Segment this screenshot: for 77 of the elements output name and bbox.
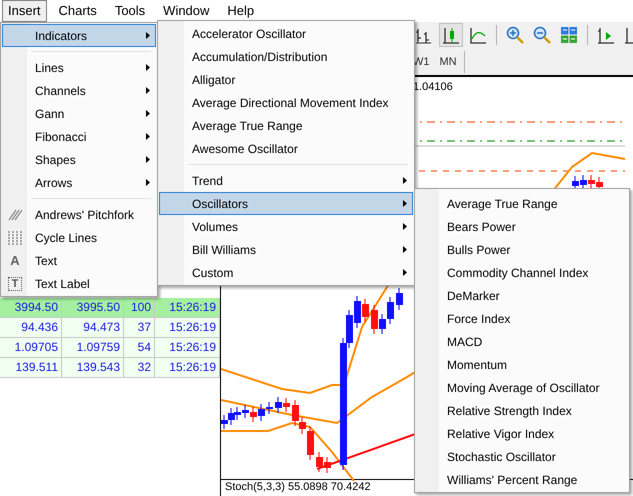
menu-item[interactable]: Accelerator Oscillator [159,22,413,45]
menu-bar-item[interactable]: Insert [2,0,47,22]
submenu-arrow-icon [146,133,150,140]
submenu-arrow-icon [403,200,407,207]
menu-item[interactable]: Average Directional Movement Index [159,91,413,114]
table-cell: 32 [138,360,151,374]
table-cell: 94.436 [21,320,58,334]
menu-item[interactable]: Momentum [416,353,628,376]
menu-item[interactable]: A Text [2,249,156,272]
table-cell: 100 [130,300,151,314]
submenu-arrow-icon [146,156,150,163]
menu-item[interactable]: Force Index [416,307,628,330]
table-cell: 94.473 [83,320,120,334]
menu-item[interactable]: Trend [159,169,413,192]
menu-item[interactable]: Oscillators [159,192,413,215]
submenu-arrow-icon [403,269,407,276]
table-cell: 3994.50 [14,300,58,314]
menu-item[interactable]: Cycle Lines [2,226,156,249]
menu-item[interactable]: Relative Strength Index [416,399,628,422]
menu-item[interactable]: Awesome Oscillator [159,137,413,160]
submenu-arrow-icon [146,64,150,71]
menu-item[interactable]: Commodity Channel Index [416,261,628,284]
menu-item[interactable]: Volumes [159,215,413,238]
menu-item[interactable]: Stochastic Oscillator [416,445,628,468]
table-cell: 54 [138,340,151,354]
submenu-arrow-icon [146,32,150,39]
submenu-arrow-icon [146,110,150,117]
menu-item[interactable]: Bulls Power [416,238,628,261]
table-cell: 3995.50 [76,300,120,314]
menu-bar-item[interactable]: Tools [108,0,152,22]
menu-item[interactable]: Arrows [2,171,156,194]
menu-item[interactable]: Channels [2,79,156,102]
menu-item[interactable]: Alligator [159,68,413,91]
price-label: 1.04106 [413,80,453,95]
menu-item[interactable]: Custom [159,261,413,284]
menu-item[interactable]: MACD [416,330,628,353]
candlestick [396,287,403,310]
table-cell: 37 [138,320,151,334]
menu-item[interactable]: Relative Vigor Index [416,422,628,445]
submenu-arrow-icon [146,179,150,186]
timeframe-button[interactable]: MN [434,50,462,73]
table-cell: 15:26:19 [169,360,216,374]
table-cell: 15:26:19 [169,300,216,314]
text-icon: A [10,254,20,267]
table-cell: 139.543 [76,360,120,374]
menu-item[interactable]: T Text Label [2,272,156,295]
menu-item[interactable]: Bears Power [416,215,628,238]
menu-item[interactable]: Lines [2,56,156,79]
menu-item[interactable]: DeMarker [416,284,628,307]
menu-item[interactable]: Average True Range [159,114,413,137]
menu-item[interactable]: Bill Williams [159,238,413,261]
text-label-icon: T [8,276,22,290]
submenu-arrow-icon [403,177,407,184]
indicator-label: Stoch(5,3,3) 55.0898 70.4242 [225,480,371,493]
menu-bar-item[interactable]: Charts [52,0,103,22]
menu-item[interactable]: Williams' Percent Range [416,468,628,491]
menu-item[interactable]: Average True Range [416,192,628,215]
cycle-lines-icon [8,230,22,244]
menu-bar-item[interactable]: Window [157,0,216,22]
submenu-arrow-icon [403,223,407,230]
pitchfork-icon [8,208,22,220]
menu-item[interactable]: Andrews' Pitchfork [2,203,156,226]
menu-bar-item[interactable]: Help [221,0,260,22]
candles-icon[interactable] [439,23,463,48]
submenu-arrow-icon [403,246,407,253]
menu-item[interactable]: Moving Average of Oscillator [416,376,628,399]
menu-item[interactable]: Indicators [2,24,156,47]
table-cell: 15:26:19 [169,320,216,334]
menu-item[interactable]: Shapes [2,148,156,171]
menu-item[interactable]: Fibonacci [2,125,156,148]
table-cell: 1.09705 [14,340,58,354]
table-cell: 139.511 [16,360,58,374]
menu-item[interactable]: Gann [2,102,156,125]
submenu-arrow-icon [146,87,150,94]
table-cell: 1.09759 [76,340,120,354]
menu-item[interactable]: Accumulation/Distribution [159,45,413,68]
table-cell: 15:26:19 [169,340,216,354]
